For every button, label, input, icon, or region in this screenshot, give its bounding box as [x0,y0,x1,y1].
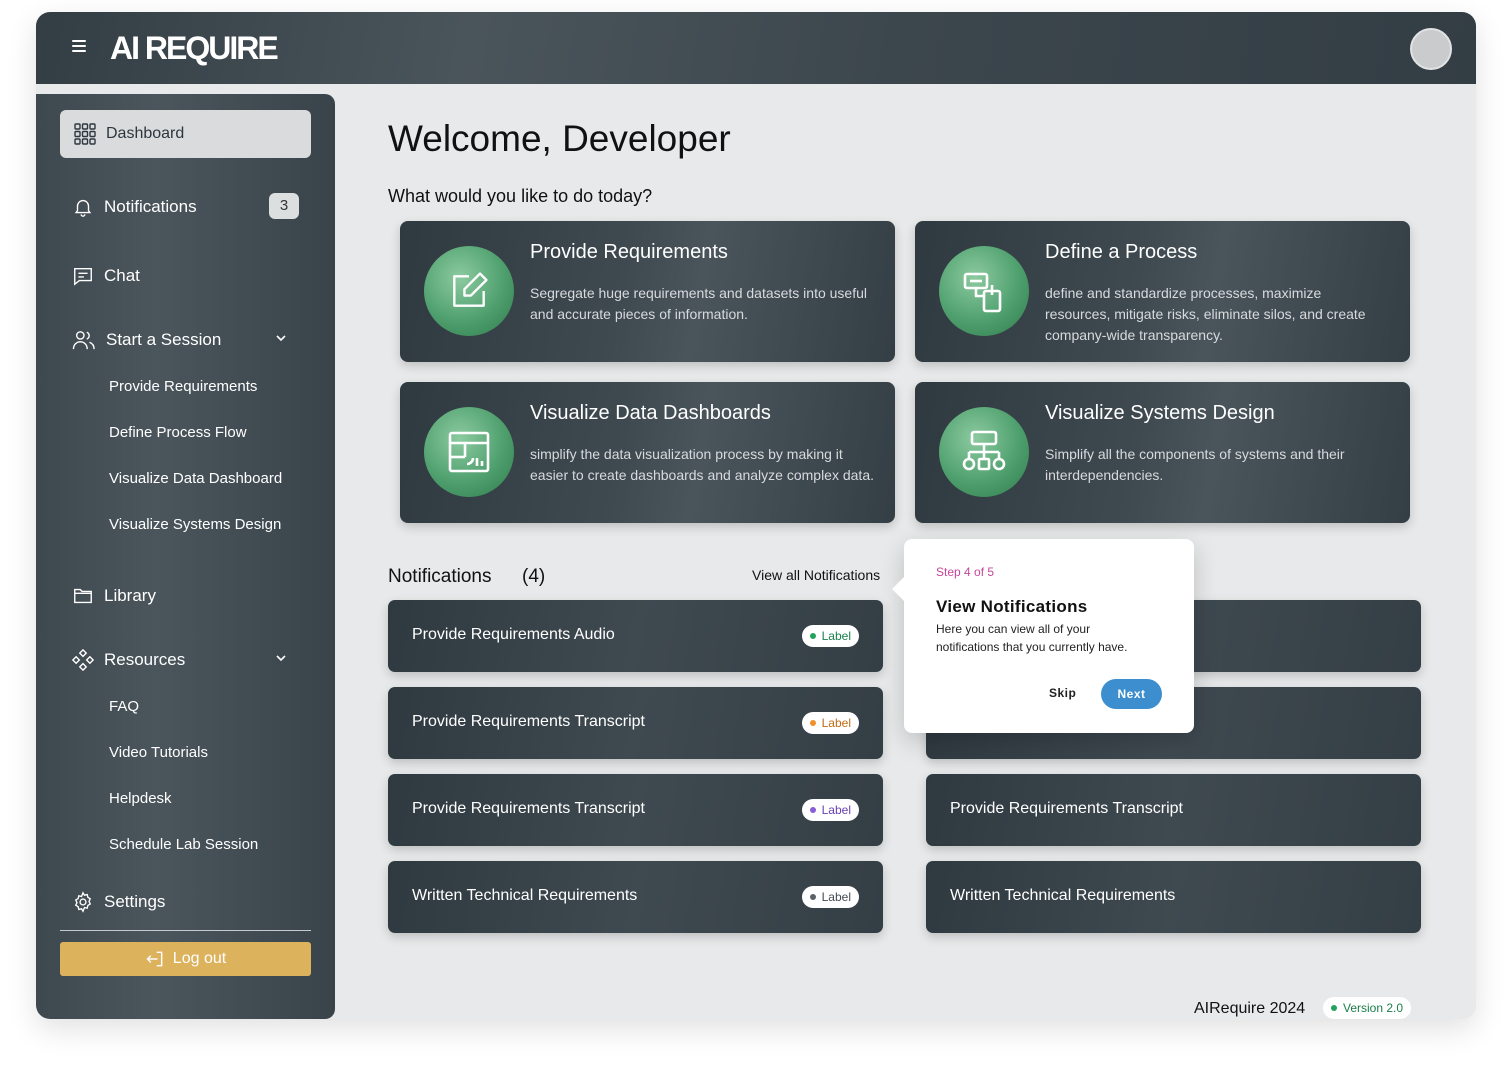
menu-icon[interactable] [72,40,86,54]
notification-title: Provide Requirements Transcript [412,800,645,817]
status-badge: Label [801,712,859,734]
tour-tooltip: Step 4 of 5 View Notifications Here you … [892,539,1194,733]
sidebar-subitem-video-tutorials[interactable]: Video Tutorials [109,744,208,761]
sidebar-subitem-schedule-lab-session[interactable]: Schedule Lab Session [109,836,258,853]
card-description: define and standardize processes, maximi… [1045,285,1366,343]
notification-title: Provide Requirements Transcript [950,800,1183,817]
page-subtitle: What would you like to do today? [388,186,653,206]
notifications-count: (4) [522,566,546,587]
avatar[interactable] [1410,28,1452,70]
chevron-down-icon[interactable] [275,332,287,344]
sidebar-subitem-helpdesk[interactable]: Helpdesk [109,790,172,807]
app-window: AI REQUIRE Dashboard Notifications 3 Cha… [36,12,1476,1019]
users-icon [72,331,95,350]
footer-text: AIRequire 2024 [1194,1000,1306,1017]
notifications-heading: Notifications [388,566,492,587]
edit-icon [424,246,514,336]
page-title: Welcome, Developer [388,118,731,159]
card-provide-requirements[interactable]: Provide Requirements Segregate huge requ… [400,221,895,362]
sidebar-item-label: Start a Session [106,330,222,349]
skip-button[interactable]: Skip [1049,686,1076,700]
sidebar-item-start-session[interactable]: Start a Session [60,324,311,356]
folder-icon [74,588,92,604]
sidebar-subitem-define-process-flow[interactable]: Define Process Flow [109,424,247,441]
notification-item[interactable]: Provide Requirements Transcript [926,774,1421,846]
bell-icon [74,199,92,217]
app-logo: AI REQUIRE [110,30,279,66]
notification-count-badge: 3 [269,193,299,219]
sidebar-subitem-visualize-data-dashboard[interactable]: Visualize Data Dashboard [109,470,282,487]
grid-icon [74,123,96,145]
version-badge: Version 2.0 [1323,997,1412,1019]
process-icon [939,246,1029,336]
notification-title: Provide Requirements Transcript [412,713,645,730]
resources-icon [72,649,94,671]
logout-icon [146,951,163,967]
tour-title: View Notifications [936,597,1088,616]
card-visualize-data-dashboards[interactable]: Visualize Data Dashboards simplify the d… [400,382,895,523]
card-description: Simplify all the components of systems a… [1045,446,1345,483]
sidebar-subitem-visualize-systems-design[interactable]: Visualize Systems Design [109,516,281,533]
sidebar-item-label: Chat [104,266,140,285]
chat-icon [74,267,92,286]
card-description: simplify the data visualization process … [530,446,874,483]
logout-label: Log out [172,950,227,967]
sidebar-item-notifications[interactable]: Notifications 3 [60,191,311,223]
sidebar-item-resources[interactable]: Resources [60,644,311,676]
notification-title: Written Technical Requirements [412,887,638,904]
sidebar-item-label: Resources [104,650,186,669]
notification-item[interactable]: Written Technical Requirements Label [388,861,883,933]
sidebar-item-library[interactable]: Library [60,580,311,612]
card-visualize-systems-design[interactable]: Visualize Systems Design Simplify all th… [915,382,1410,523]
dashboard-chart-icon [424,407,514,497]
sidebar-subitem-provide-requirements[interactable]: Provide Requirements [109,378,257,395]
next-button[interactable]: Next [1101,679,1162,709]
chevron-down-icon[interactable] [275,652,287,664]
sidebar-subitem-faq[interactable]: FAQ [109,698,139,715]
sidebar-item-settings[interactable]: Settings [60,886,311,918]
status-badge: Label [801,799,859,821]
top-bar: AI REQUIRE [36,12,1476,84]
sidebar-item-label: Settings [104,892,166,911]
view-all-notifications-link[interactable]: View all Notifications [752,567,880,583]
notification-item[interactable]: Provide Requirements Transcript Label [388,774,883,846]
card-title: Visualize Systems Design [1045,402,1275,424]
sidebar-item-chat[interactable]: Chat [60,260,311,292]
tour-body: Here you can view all of your notificati… [936,622,1128,654]
card-title: Provide Requirements [530,241,728,263]
card-define-process[interactable]: Define a Process define and standardize … [915,221,1410,362]
gear-icon [74,891,92,913]
status-badge: Label [801,886,859,908]
card-description: Segregate huge requirements and datasets… [530,285,868,322]
sidebar-item-label: Library [104,586,156,605]
card-title: Define a Process [1045,241,1198,263]
sidebar-item-label: Dashboard [106,125,185,142]
tour-step-indicator: Step 4 of 5 [936,565,995,579]
notification-item[interactable]: Provide Requirements Transcript Label [388,687,883,759]
sidebar-item-label: Notifications [104,197,197,216]
hierarchy-icon [939,407,1029,497]
notification-item[interactable]: Written Technical Requirements [926,861,1421,933]
notification-title: Provide Requirements Audio [412,626,615,643]
card-title: Visualize Data Dashboards [530,402,771,424]
sidebar-divider [60,930,311,931]
notification-item[interactable]: Provide Requirements Audio Label [388,600,883,672]
sidebar-item-dashboard[interactable]: Dashboard [60,110,311,158]
notification-title: Written Technical Requirements [950,887,1176,904]
status-badge: Label [801,625,859,647]
logout-button[interactable]: Log out [60,942,311,976]
sidebar: Dashboard Notifications 3 Chat Start a S… [36,94,335,1019]
